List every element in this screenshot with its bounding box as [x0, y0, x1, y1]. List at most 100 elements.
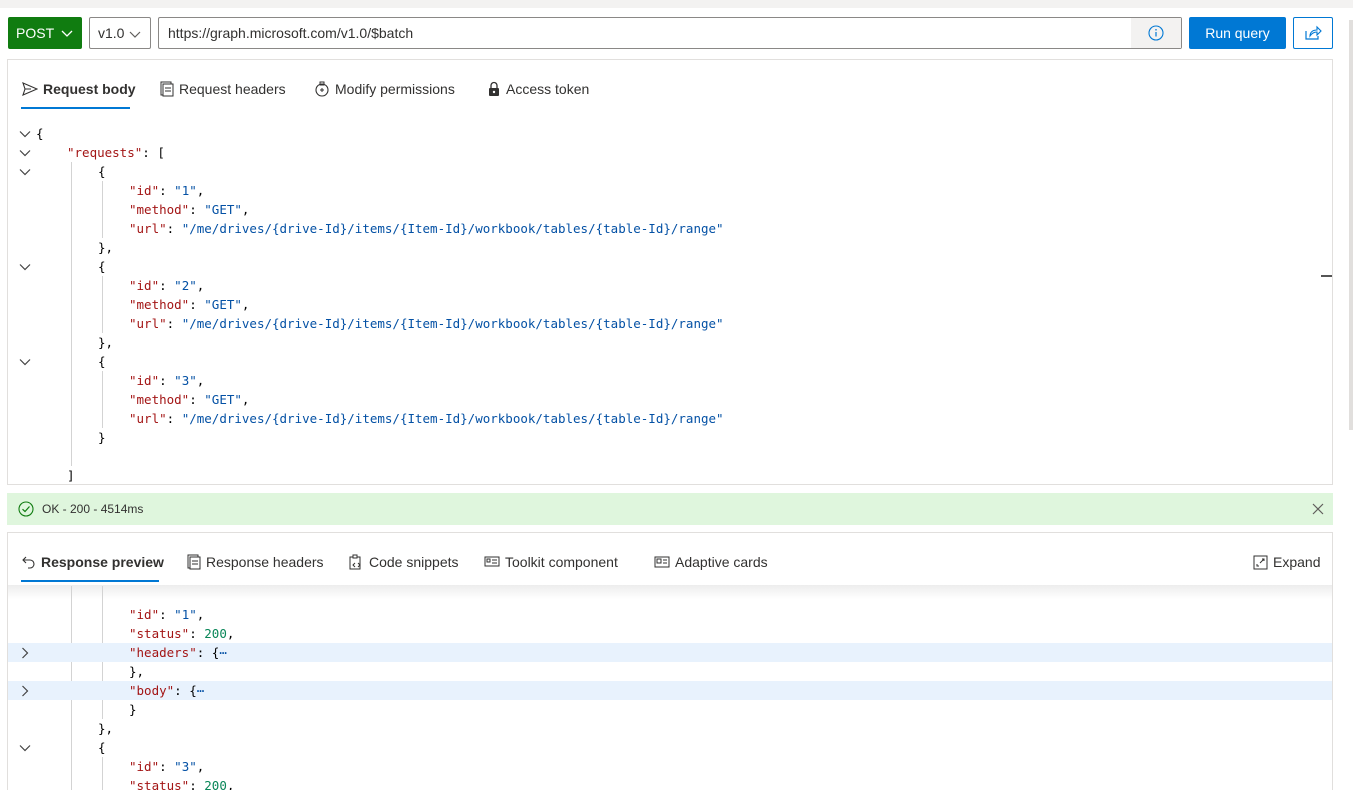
code-line: }, — [8, 719, 1332, 738]
code-text: "requests": [ — [67, 143, 165, 162]
code-icon — [349, 554, 361, 570]
json-string: "1" — [174, 183, 197, 198]
json-number: 200 — [204, 626, 227, 641]
chevron-down-icon — [129, 31, 141, 38]
expand-button[interactable]: Expand — [1253, 547, 1320, 577]
code-text: "method": "GET", — [129, 295, 249, 314]
json-key: "status" — [129, 626, 190, 641]
active-tab-indicator — [21, 107, 130, 109]
info-button[interactable] — [1131, 18, 1181, 48]
component-icon — [484, 556, 500, 567]
fold-chevron-down-icon[interactable] — [18, 260, 32, 274]
fold-chevron-right-icon[interactable] — [18, 684, 32, 698]
url-input[interactable]: https://graph.microsoft.com/v1.0/$batch — [158, 17, 1182, 49]
json-number: 200 — [204, 778, 227, 790]
fold-chevron-down-icon[interactable] — [18, 165, 32, 179]
version-dropdown[interactable]: v1.0 — [89, 17, 151, 49]
code-line: "method": "GET", — [8, 295, 1332, 314]
tab-toolkit-component[interactable]: Toolkit component — [484, 547, 618, 577]
json-punctuation: : — [159, 759, 175, 774]
code-line: "method": "GET", — [8, 200, 1332, 219]
code-text: }, — [98, 238, 113, 257]
json-key: "method" — [129, 392, 190, 407]
send-icon — [22, 82, 38, 96]
tab-adaptive-cards[interactable]: Adaptive cards — [654, 547, 768, 577]
tab-response-headers[interactable]: Response headers — [187, 547, 324, 577]
tab-modify-permissions[interactable]: Modify permissions — [314, 74, 455, 104]
tab-label: Toolkit component — [505, 554, 618, 570]
code-line: { — [8, 257, 1332, 276]
json-punctuation: }, — [98, 335, 114, 350]
code-text: "url": "/me/drives/{drive-Id}/items/{Ite… — [129, 314, 724, 333]
code-line: }, — [8, 238, 1332, 257]
json-string: ⋯ — [219, 645, 227, 660]
code-text: "id": "1", — [129, 181, 204, 200]
request-panel: Request body Request headers Modify perm… — [7, 59, 1333, 485]
tab-label: Request headers — [179, 81, 286, 97]
page-scrollbar[interactable] — [1349, 20, 1353, 430]
tab-request-headers[interactable]: Request headers — [160, 74, 286, 104]
card-icon — [654, 556, 670, 568]
code-line: "status": 200, — [8, 776, 1332, 790]
active-tab-indicator — [21, 580, 159, 582]
tab-code-snippets[interactable]: Code snippets — [348, 547, 459, 577]
json-punctuation: } — [98, 430, 106, 445]
json-key: "body" — [129, 683, 175, 698]
tab-access-token[interactable]: Access token — [487, 74, 589, 104]
json-punctuation: : [ — [142, 145, 165, 160]
json-punctuation: : — [166, 411, 182, 426]
fold-chevron-down-icon[interactable] — [18, 127, 32, 141]
permissions-icon — [315, 81, 329, 97]
json-string: "2" — [174, 278, 197, 293]
json-string: "3" — [174, 759, 197, 774]
json-punctuation: } — [129, 702, 137, 717]
json-key: "id" — [129, 183, 160, 198]
http-method-dropdown[interactable]: POST — [8, 17, 82, 49]
tab-response-preview[interactable]: Response preview — [22, 547, 164, 577]
run-query-button[interactable]: Run query — [1189, 17, 1286, 49]
top-strip — [0, 0, 1353, 8]
http-method-label: POST — [16, 25, 55, 41]
code-text: "status": 200, — [129, 776, 234, 790]
json-punctuation: : — [159, 607, 175, 622]
json-punctuation: { — [98, 354, 106, 369]
expand-label: Expand — [1273, 554, 1321, 570]
json-string: "1" — [174, 607, 197, 622]
fold-chevron-down-icon[interactable] — [18, 741, 32, 755]
tab-request-body[interactable]: Request body — [22, 74, 136, 104]
code-text: "status": 200, — [129, 624, 234, 643]
json-punctuation: , — [226, 626, 235, 641]
json-punctuation: , — [241, 392, 250, 407]
json-punctuation: : — [166, 316, 182, 331]
code-line: "requests": [ — [8, 143, 1332, 162]
json-string: "GET" — [204, 392, 242, 407]
code-line: "id": "1", — [8, 181, 1332, 200]
json-key: "id" — [129, 607, 160, 622]
status-bar: OK - 200 - 4514ms — [7, 493, 1333, 525]
fold-chevron-down-icon[interactable] — [18, 146, 32, 160]
json-key: "url" — [129, 316, 167, 331]
json-key: "requests" — [67, 145, 143, 160]
request-tabs: Request body Request headers Modify perm… — [8, 60, 1332, 112]
fold-chevron-right-icon[interactable] — [18, 646, 32, 660]
code-text: { — [98, 162, 106, 181]
document-icon — [160, 81, 174, 97]
code-line: "status": 200, — [8, 624, 1332, 643]
code-text: { — [98, 738, 106, 757]
json-punctuation: , — [226, 778, 235, 790]
json-punctuation: : — [189, 202, 205, 217]
json-punctuation: , — [196, 183, 205, 198]
share-button[interactable] — [1293, 17, 1333, 49]
code-line: "id": "3", — [8, 371, 1332, 390]
json-punctuation: : — [166, 221, 182, 236]
version-label: v1.0 — [98, 25, 125, 41]
code-text: "id": "2", — [129, 276, 204, 295]
tab-label: Modify permissions — [335, 81, 455, 97]
code-line: "id": "3", — [8, 757, 1332, 776]
code-line: }, — [8, 662, 1332, 681]
fold-chevron-down-icon[interactable] — [18, 355, 32, 369]
json-string: "/me/drives/{drive-Id}/items/{Item-Id}/w… — [181, 316, 724, 331]
close-icon[interactable] — [1311, 502, 1325, 516]
tab-label: Response headers — [206, 554, 324, 570]
